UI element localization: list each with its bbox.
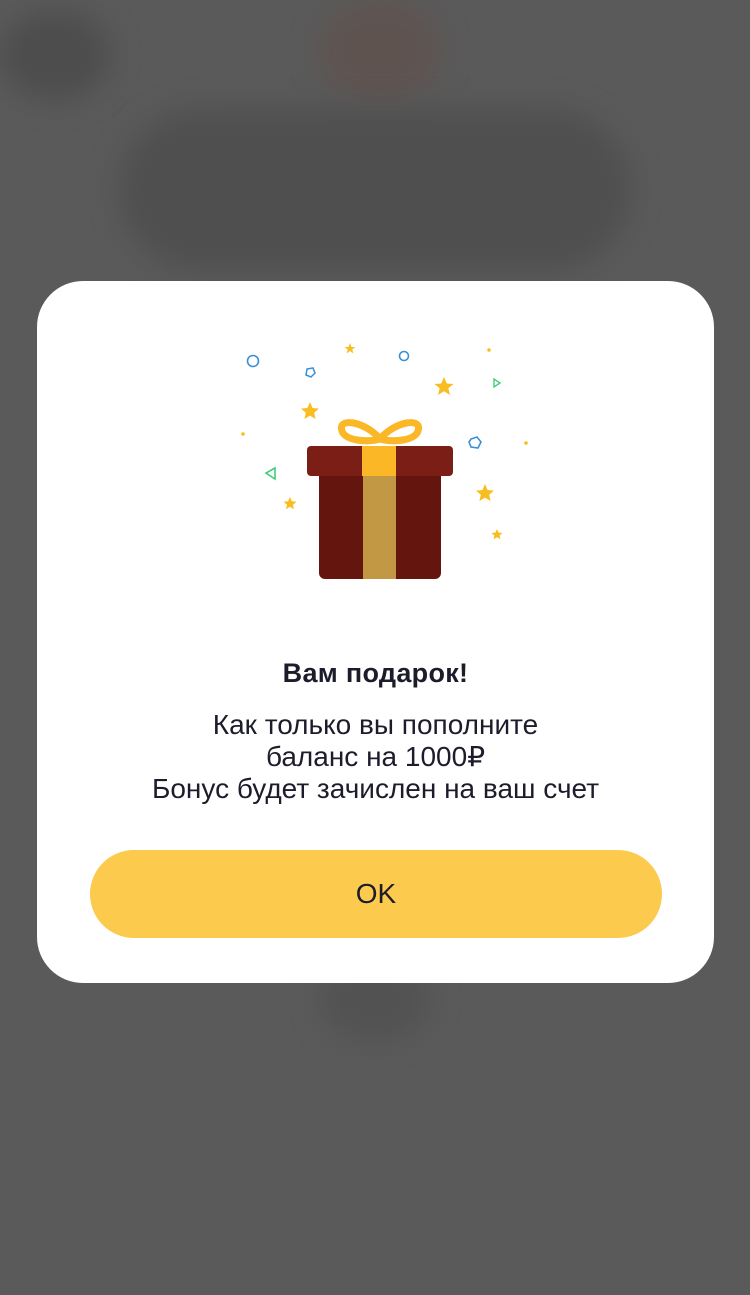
dialog-title: Вам подарок! — [282, 658, 469, 688]
background-blur — [120, 110, 630, 270]
background-blur — [320, 0, 440, 100]
dialog-message: Как только вы пополните баланс на 1000₽ … — [37, 709, 714, 805]
screen: Вам подарок! Как только вы пополните бал… — [0, 0, 750, 1295]
message-line: Бонус будет зачислен на ваш счет — [151, 773, 600, 804]
message-line: Как только вы пополните — [212, 709, 539, 740]
gift-dialog: Вам подарок! Как только вы пополните бал… — [37, 281, 714, 983]
gift-icon — [241, 343, 528, 579]
background-blur — [0, 10, 110, 100]
gift-bow — [337, 419, 423, 445]
message-line: баланс на 1000₽ — [265, 741, 486, 772]
ok-button[interactable]: OK — [90, 850, 662, 938]
